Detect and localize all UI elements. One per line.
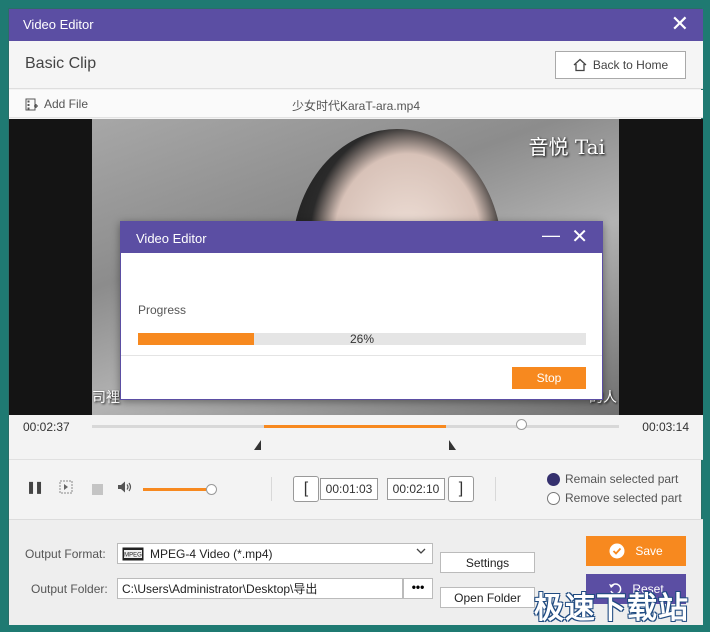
video-watermark: 音悦 Tai <box>528 135 605 159</box>
start-time: 00:02:37 <box>23 420 70 434</box>
add-file-icon <box>25 98 38 110</box>
stop-icon <box>92 484 103 495</box>
open-folder-button[interactable]: Open Folder <box>440 587 535 608</box>
subtitle-left: 司裡 <box>92 389 120 405</box>
back-to-home-button[interactable]: Back to Home <box>555 51 686 79</box>
remain-selected-option[interactable]: Remain selected part <box>547 472 678 486</box>
playhead-handle[interactable] <box>515 419 527 430</box>
home-icon <box>573 58 587 72</box>
clip-end-field[interactable]: 00:02:10 <box>387 478 445 500</box>
window-title: Video Editor <box>23 17 94 32</box>
remove-selected-option[interactable]: Remove selected part <box>547 491 682 505</box>
volume-fill <box>143 488 206 491</box>
remain-radio[interactable] <box>547 472 560 486</box>
remain-label: Remain selected part <box>565 472 679 486</box>
video-editor-window: Video Editor ✕ Basic Clip Back to Home A… <box>8 8 703 625</box>
save-button[interactable]: Save <box>586 536 686 566</box>
end-time: 00:03:14 <box>642 420 689 434</box>
playback-controls: ❚❚ [ 00:01:03 00:02:10 ] Remain selected… <box>9 459 703 519</box>
volume-handle[interactable] <box>206 484 217 495</box>
page-header: Basic Clip Back to Home <box>9 41 703 89</box>
volume-icon <box>118 481 132 493</box>
progress-bar: 26% <box>138 332 586 346</box>
minimize-icon[interactable]: — <box>542 225 560 246</box>
add-file-label: Add File <box>44 97 89 111</box>
dialog-title: Video Editor <box>136 231 207 246</box>
output-format-value: MPEG-4 Video (*.mp4) <box>150 546 273 561</box>
volume-slider[interactable] <box>143 488 213 491</box>
stop-button[interactable]: Stop <box>512 367 586 389</box>
add-file-button[interactable]: Add File <box>25 97 88 111</box>
output-folder-input[interactable] <box>117 578 403 599</box>
output-format-label: Output Format: <box>25 547 106 561</box>
save-label: Save <box>635 544 663 558</box>
divider <box>495 477 496 501</box>
back-to-home-label: Back to Home <box>592 58 669 72</box>
set-end-button[interactable]: ] <box>448 476 474 502</box>
title-bar[interactable]: Video Editor ✕ <box>9 9 703 41</box>
chevron-down-icon <box>416 546 426 559</box>
dialog-divider <box>121 355 602 356</box>
timeline-selection <box>263 425 447 428</box>
end-marker-handle[interactable] <box>449 440 456 450</box>
next-frame-button[interactable] <box>59 480 73 497</box>
volume-button[interactable] <box>117 480 133 497</box>
video-file-icon: MPEG <box>122 547 144 560</box>
start-marker-handle[interactable] <box>254 440 261 450</box>
checkmark-icon <box>609 543 625 559</box>
site-watermark: 极速下载站 <box>534 591 689 626</box>
output-format-select[interactable]: MPEG MPEG-4 Video (*.mp4) <box>117 543 433 564</box>
timeline: 00:02:37 00:03:14 <box>9 415 703 459</box>
browse-button[interactable]: ••• <box>403 578 433 599</box>
file-name: 少女时代KaraT-ara.mp4 <box>291 99 421 113</box>
page-title: Basic Clip <box>25 55 97 72</box>
progress-percent: 26% <box>349 332 375 346</box>
remove-label: Remove selected part <box>565 491 682 505</box>
timeline-track[interactable] <box>92 425 619 428</box>
pause-button[interactable]: ❚❚ <box>26 480 44 494</box>
next-frame-icon <box>59 480 73 494</box>
file-bar: Add File 少女时代KaraT-ara.mp4 <box>9 90 703 118</box>
set-start-button[interactable]: [ <box>293 476 319 502</box>
progress-dialog: Video Editor — ✕ Progress 26% Stop <box>120 221 603 400</box>
settings-button[interactable]: Settings <box>440 552 535 573</box>
dialog-title-bar[interactable]: Video Editor — ✕ <box>121 222 602 253</box>
svg-text:MPEG: MPEG <box>124 552 142 558</box>
close-icon[interactable]: ✕ <box>671 13 689 35</box>
dialog-close-icon[interactable]: ✕ <box>571 224 588 249</box>
remove-radio[interactable] <box>547 491 560 505</box>
stop-playback-button[interactable] <box>92 482 103 498</box>
clip-start-field[interactable]: 00:01:03 <box>320 478 378 500</box>
output-folder-label: Output Folder: <box>31 582 108 596</box>
divider <box>271 477 272 501</box>
progress-label: Progress <box>138 303 187 317</box>
